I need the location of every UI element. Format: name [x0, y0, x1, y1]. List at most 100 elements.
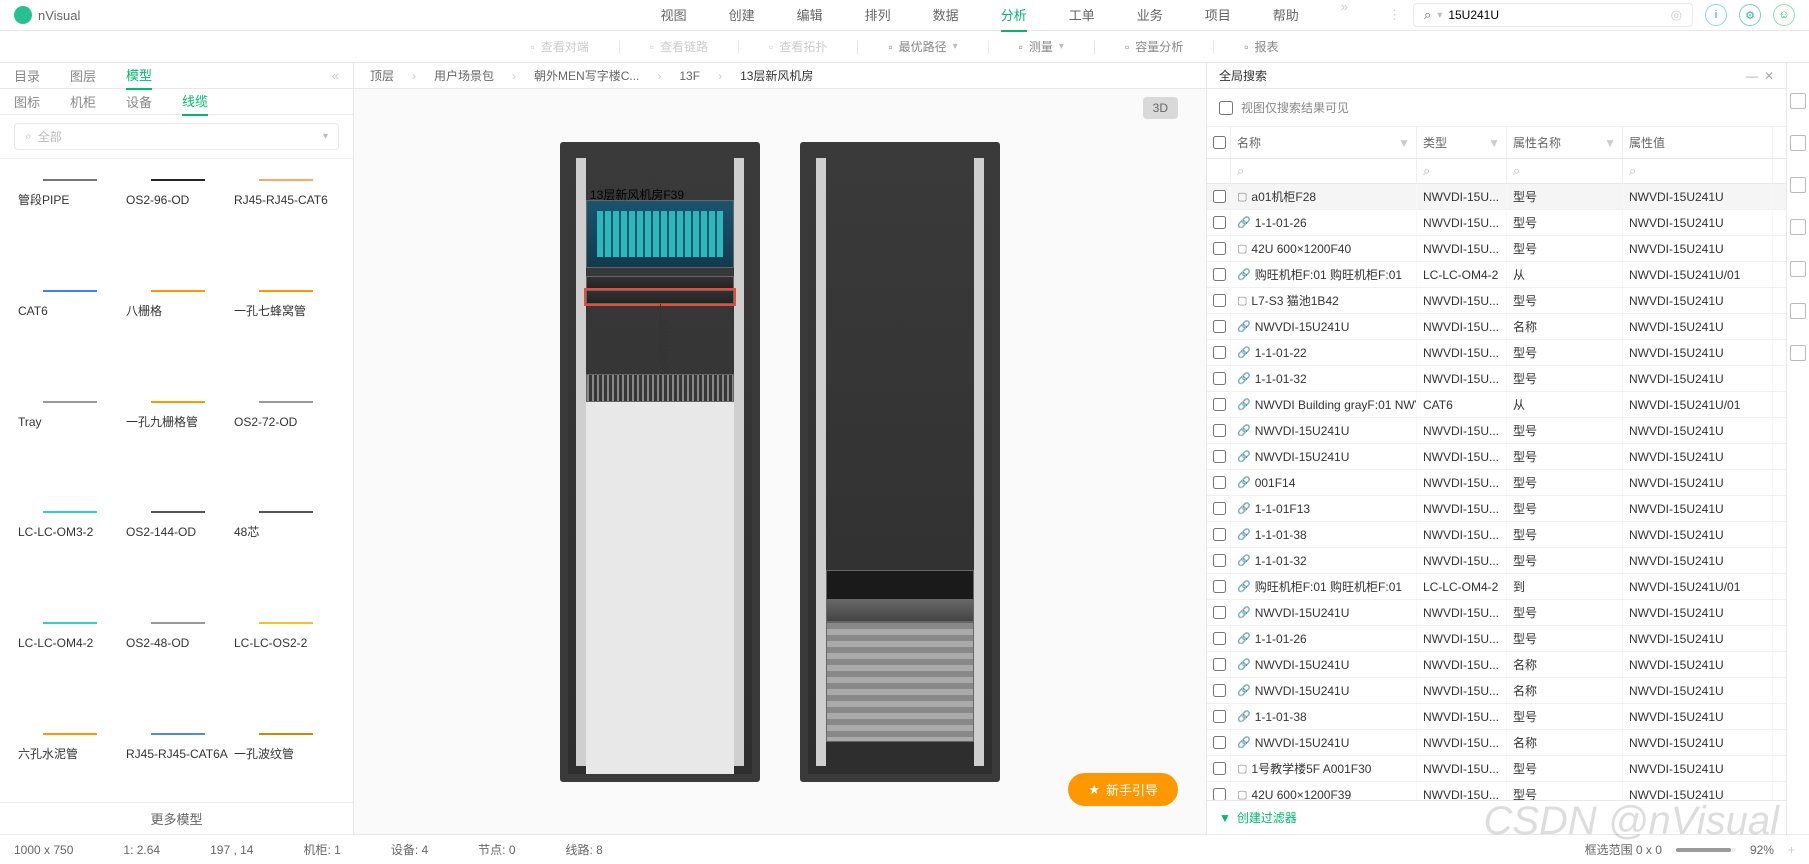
- panel-search-input[interactable]: ⌕ 全部 ▾: [14, 123, 339, 150]
- crumb-0[interactable]: 顶层: [370, 67, 394, 84]
- filter-icon[interactable]: ▼: [1488, 136, 1500, 150]
- device-patch-panel-selected[interactable]: [586, 290, 734, 304]
- menu-item-7[interactable]: 业务: [1137, 0, 1163, 32]
- menu-item-2[interactable]: 编辑: [797, 0, 823, 32]
- row-checkbox[interactable]: [1213, 216, 1226, 229]
- row-checkbox[interactable]: [1213, 632, 1226, 645]
- canvas[interactable]: 3D 13层新风机房F39 RJ45-RJ45-CAT...: [354, 89, 1206, 834]
- row-checkbox[interactable]: [1213, 684, 1226, 697]
- table-row[interactable]: 🔗NWVDI-15U241UNWVDI-15U...名称NWVDI-15U241…: [1207, 314, 1786, 340]
- menu-item-8[interactable]: 项目: [1205, 0, 1231, 32]
- row-checkbox[interactable]: [1213, 476, 1226, 489]
- model-RJ45-RJ45-CAT6A[interactable]: RJ45-RJ45-CAT6A: [126, 733, 230, 802]
- model-LC-LC-OM4-2[interactable]: LC-LC-OM4-2: [18, 622, 122, 691]
- tab-线缆[interactable]: 线缆: [182, 87, 208, 116]
- chevron-down-icon[interactable]: ▾: [1437, 10, 1442, 21]
- table-row[interactable]: ▢L7-S3 猫池1B42NWVDI-15U...型号NWVDI-15U241U: [1207, 288, 1786, 314]
- table-row[interactable]: 🔗NWVDI-15U241UNWVDI-15U...型号NWVDI-15U241…: [1207, 600, 1786, 626]
- dock-icon[interactable]: [1790, 261, 1806, 277]
- search-icon[interactable]: ⌕: [1507, 159, 1623, 183]
- info-icon[interactable]: i: [1705, 4, 1727, 26]
- tool-容量分析[interactable]: ▫容量分析: [1125, 38, 1183, 55]
- model-OS2-72-OD[interactable]: OS2-72-OD: [234, 401, 338, 470]
- rack-2[interactable]: [800, 142, 1000, 782]
- user-icon[interactable]: ☺: [1773, 4, 1795, 26]
- model-CAT6[interactable]: CAT6: [18, 290, 122, 359]
- row-checkbox[interactable]: [1213, 554, 1226, 567]
- model-LC-LC-OS2-2[interactable]: LC-LC-OS2-2: [234, 622, 338, 691]
- dock-icon[interactable]: [1790, 135, 1806, 151]
- row-checkbox[interactable]: [1213, 346, 1226, 359]
- row-checkbox[interactable]: [1213, 242, 1226, 255]
- device-storage[interactable]: [826, 600, 974, 622]
- table-row[interactable]: 🔗1-1-01-32NWVDI-15U...型号NWVDI-15U241U: [1207, 548, 1786, 574]
- menu-more-icon[interactable]: »: [1341, 0, 1348, 32]
- menu-item-6[interactable]: 工单: [1069, 0, 1095, 32]
- model-48芯[interactable]: 48芯: [234, 511, 338, 580]
- table-row[interactable]: 🔗1-1-01F13NWVDI-15U...型号NWVDI-15U241U: [1207, 496, 1786, 522]
- dock-icon[interactable]: [1790, 177, 1806, 193]
- row-checkbox[interactable]: [1213, 710, 1226, 723]
- menu-item-1[interactable]: 创建: [729, 0, 755, 32]
- row-checkbox[interactable]: [1213, 268, 1226, 281]
- tab-设备[interactable]: 设备: [126, 88, 152, 115]
- table-row[interactable]: 🔗1-1-01-22NWVDI-15U...型号NWVDI-15U241U: [1207, 340, 1786, 366]
- minimize-icon[interactable]: —: [1746, 69, 1758, 83]
- row-checkbox[interactable]: [1213, 502, 1226, 515]
- model-一孔九栅格管[interactable]: 一孔九栅格管: [126, 401, 230, 470]
- row-checkbox[interactable]: [1213, 372, 1226, 385]
- filter-icon[interactable]: ▼: [1604, 136, 1616, 150]
- device-patch-panel[interactable]: [586, 276, 734, 290]
- table-row[interactable]: 🔗1-1-01-32NWVDI-15U...型号NWVDI-15U241U: [1207, 366, 1786, 392]
- model-八栅格[interactable]: 八栅格: [126, 290, 230, 359]
- menu-item-9[interactable]: 帮助: [1273, 0, 1299, 32]
- global-search[interactable]: ⌕ ▾ ◎: [1413, 3, 1693, 27]
- table-row[interactable]: 🔗NWVDI-15U241UNWVDI-15U...名称NWVDI-15U241…: [1207, 678, 1786, 704]
- create-filter-button[interactable]: ▼ 创建过滤器: [1207, 800, 1786, 834]
- zoom-slider[interactable]: [1676, 848, 1736, 852]
- device-server[interactable]: [586, 374, 734, 402]
- rack-1[interactable]: 13层新风机房F39 RJ45-RJ45-CAT...: [560, 142, 760, 782]
- row-checkbox[interactable]: [1213, 398, 1226, 411]
- row-checkbox[interactable]: [1213, 190, 1226, 203]
- dock-icon[interactable]: [1790, 303, 1806, 319]
- row-checkbox[interactable]: [1213, 294, 1226, 307]
- table-row[interactable]: 🔗NWVDI-15U241UNWVDI-15U...型号NWVDI-15U241…: [1207, 418, 1786, 444]
- select-all-checkbox[interactable]: [1213, 136, 1226, 149]
- table-row[interactable]: 🔗NWVDI-15U241UNWVDI-15U...名称NWVDI-15U241…: [1207, 730, 1786, 756]
- target-icon[interactable]: ◎: [1671, 7, 1682, 23]
- menu-item-5[interactable]: 分析: [1001, 0, 1027, 32]
- table-row[interactable]: ▢a01机柜F28NWVDI-15U...型号NWVDI-15U241U: [1207, 184, 1786, 210]
- tab-图标[interactable]: 图标: [14, 88, 40, 115]
- collapse-icon[interactable]: «: [332, 68, 339, 83]
- model-Tray[interactable]: Tray: [18, 401, 122, 470]
- settings-icon[interactable]: ⚙: [1739, 4, 1761, 26]
- table-row[interactable]: ▢42U 600×1200F39NWVDI-15U...型号NWVDI-15U2…: [1207, 782, 1786, 800]
- model-OS2-48-OD[interactable]: OS2-48-OD: [126, 622, 230, 691]
- tab-机柜[interactable]: 机柜: [70, 88, 96, 115]
- device-blade[interactable]: [826, 622, 974, 742]
- menu-item-4[interactable]: 数据: [933, 0, 959, 32]
- close-icon[interactable]: ✕: [1764, 69, 1774, 83]
- 3d-toggle-button[interactable]: 3D: [1143, 97, 1178, 119]
- model-OS2-144-OD[interactable]: OS2-144-OD: [126, 511, 230, 580]
- row-checkbox[interactable]: [1213, 658, 1226, 671]
- table-row[interactable]: 🔗001F14NWVDI-15U...型号NWVDI-15U241U: [1207, 470, 1786, 496]
- table-row[interactable]: ▢42U 600×1200F40NWVDI-15U...型号NWVDI-15U2…: [1207, 236, 1786, 262]
- tab-图层[interactable]: 图层: [70, 62, 96, 89]
- search-icon[interactable]: ⌕: [1417, 159, 1507, 183]
- menu-item-0[interactable]: 视图: [661, 0, 687, 32]
- more-models-button[interactable]: 更多模型: [0, 802, 353, 834]
- crumb-3[interactable]: 13F: [679, 69, 700, 83]
- search-icon[interactable]: ⌕: [1623, 159, 1773, 183]
- model-LC-LC-OM3-2[interactable]: LC-LC-OM3-2: [18, 511, 122, 580]
- tool-报表[interactable]: ▫报表: [1244, 38, 1278, 55]
- menu-item-3[interactable]: 排列: [865, 0, 891, 32]
- model-一孔七蜂窝管[interactable]: 一孔七蜂窝管: [234, 290, 338, 359]
- tab-模型[interactable]: 模型: [126, 61, 152, 90]
- table-row[interactable]: 🔗1-1-01-26NWVDI-15U...型号NWVDI-15U241U: [1207, 210, 1786, 236]
- row-checkbox[interactable]: [1213, 788, 1226, 800]
- row-checkbox[interactable]: [1213, 736, 1226, 749]
- table-row[interactable]: 🔗购旺机柜F:01 购旺机柜F:01LC-LC-OM4-2到NWVDI-15U2…: [1207, 574, 1786, 600]
- device-storage[interactable]: [826, 570, 974, 600]
